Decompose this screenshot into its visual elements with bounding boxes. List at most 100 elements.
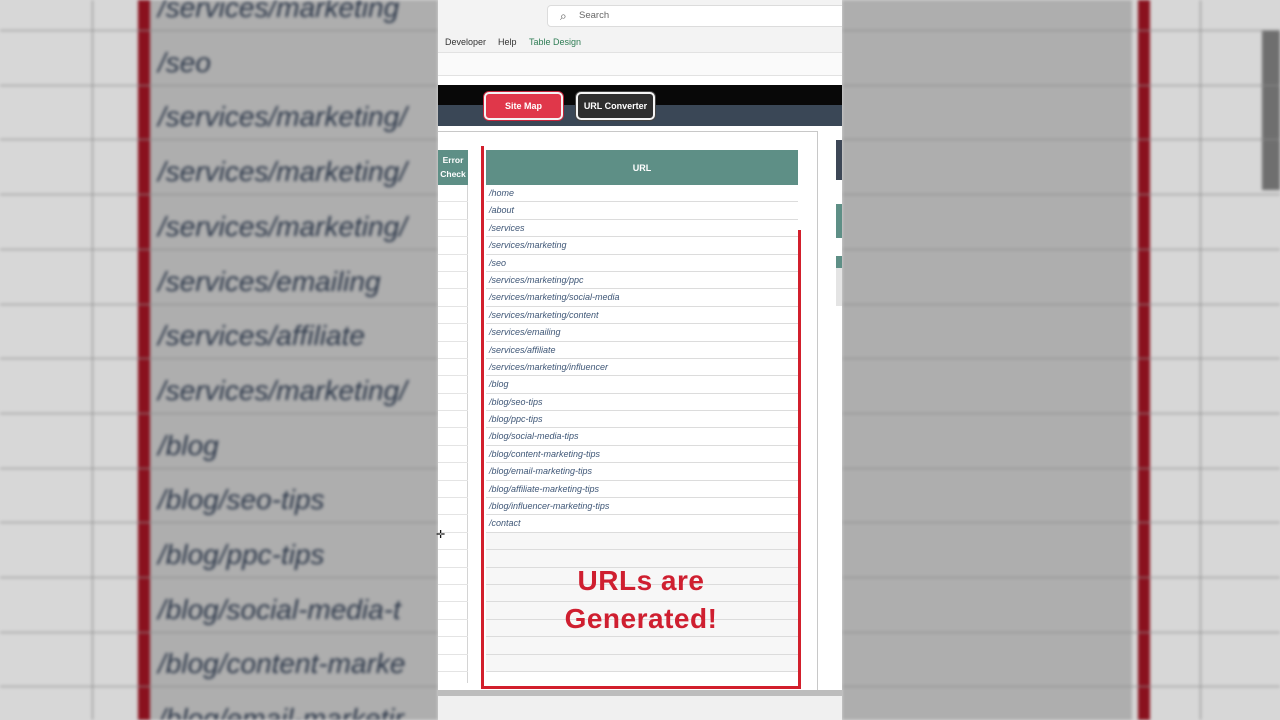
bg-url-text: /blog/content-marke	[158, 648, 406, 680]
error-check-cell[interactable]	[438, 637, 468, 655]
tab-developer[interactable]: Developer	[445, 37, 486, 47]
url-cell[interactable]: /blog/content-marketing-tips	[486, 445, 798, 464]
error-check-cell[interactable]	[438, 342, 468, 359]
url-cell[interactable]: /services/marketing/content	[486, 306, 798, 325]
url-cell[interactable]: /blog/social-media-tips	[486, 428, 798, 446]
error-check-cell[interactable]	[438, 185, 468, 203]
url-cell[interactable]: /services/emailing	[486, 324, 798, 342]
bg-url-text: /services/marketing	[158, 0, 400, 23]
url-cell[interactable]: /blog/email-marketing-tips	[486, 463, 798, 481]
url-cell[interactable]: /services/marketing/ppc	[486, 271, 798, 290]
bg-grid-row-line	[842, 358, 1280, 360]
cursor-icon: ✛	[436, 529, 446, 541]
error-check-cell[interactable]	[438, 585, 468, 603]
search-placeholder: Search	[579, 10, 610, 21]
error-check-cell[interactable]	[438, 620, 468, 638]
url-cell-empty[interactable]	[486, 654, 798, 672]
formula-bar[interactable]	[438, 52, 842, 76]
ribbon-tabs: Developer Help Table Design	[438, 32, 842, 52]
url-cell[interactable]: /blog/affiliate-marketing-tips	[486, 480, 798, 499]
bg-grid-row-line	[842, 194, 1280, 196]
bg-grid-row-line	[842, 467, 1280, 469]
bg-grid-row-line	[0, 248, 438, 250]
url-cell[interactable]: /services/marketing	[486, 237, 798, 255]
overlay-line2: Generated!	[564, 603, 718, 634]
bg-url-text: /blog/seo-tips	[158, 484, 325, 516]
error-check-cell[interactable]	[438, 498, 468, 516]
error-check-cell[interactable]	[438, 220, 468, 238]
error-check-cell[interactable]	[438, 237, 468, 255]
bg-grid-row-line	[0, 686, 438, 688]
error-check-cell[interactable]	[438, 463, 468, 481]
error-check-cell[interactable]	[438, 307, 468, 325]
error-check-cell[interactable]	[438, 602, 468, 620]
bg-grid-row-line	[842, 248, 1280, 250]
bg-grid-row-line	[842, 631, 1280, 633]
url-cell[interactable]: /services/affiliate	[486, 341, 798, 359]
search-box[interactable]: ⌕ Search	[547, 5, 842, 27]
error-check-cell[interactable]	[438, 481, 468, 499]
error-check-cell[interactable]	[438, 376, 468, 394]
url-cell[interactable]: /blog	[486, 376, 798, 394]
overlay-caption: URLs are Generated!	[484, 562, 798, 638]
error-check-cell[interactable]	[438, 359, 468, 377]
error-check-cell[interactable]	[438, 428, 468, 446]
error-check-cell[interactable]	[438, 255, 468, 272]
bg-grid-row-line	[0, 467, 438, 469]
site-map-button[interactable]: Site Map	[484, 92, 563, 120]
url-cell[interactable]: /blog/seo-tips	[486, 393, 798, 412]
error-check-cell[interactable]	[438, 394, 468, 412]
bg-grid-row-line	[842, 577, 1280, 578]
bg-grid-row-line	[0, 577, 438, 578]
bg-url-text: /services/marketing/	[158, 210, 407, 242]
error-check-cell[interactable]	[438, 272, 468, 290]
error-check-cell[interactable]	[438, 655, 468, 672]
error-header-line1: Error	[442, 155, 464, 165]
bg-cell-column	[842, 0, 1132, 720]
bg-url-text: /services/marketing/	[158, 101, 407, 133]
bg-grid-row-line	[842, 139, 1280, 141]
overlay-line1: URLs are	[577, 565, 705, 596]
bg-url-text: /blog/ppc-tips	[158, 539, 325, 570]
bg-grid-line	[92, 0, 93, 720]
url-cell[interactable]: /seo	[486, 254, 798, 272]
url-cell[interactable]: /blog/ppc-tips	[486, 411, 798, 429]
bg-grid-row-line	[0, 412, 438, 414]
error-check-cell[interactable]	[438, 289, 468, 307]
url-cell[interactable]: /services/marketing/influencer	[486, 358, 798, 377]
bg-url-text: /services/emailing	[158, 265, 381, 297]
error-check-cells	[438, 185, 468, 672]
error-check-cell[interactable]	[438, 202, 468, 220]
background-right-panel	[842, 0, 1280, 720]
url-cell[interactable]: /blog/influencer-marketing-tips	[486, 498, 798, 516]
error-check-cell[interactable]	[438, 550, 468, 568]
tab-table-design[interactable]: Table Design	[529, 37, 581, 47]
bg-grid-row-line	[842, 686, 1280, 688]
url-cell[interactable]: /services/marketing/social-media	[486, 289, 798, 307]
bg-grid-row-line	[0, 522, 438, 524]
bg-url-text: /services/marketing/	[158, 156, 407, 188]
bg-grid-row-line	[842, 30, 1280, 31]
url-cell[interactable]: /services	[486, 219, 798, 238]
error-check-header: Error Check	[438, 150, 468, 185]
next-sheet-header	[836, 204, 842, 238]
bg-url-text: /blog/email-marketir	[158, 703, 404, 720]
error-check-cell[interactable]	[438, 446, 468, 464]
url-cell[interactable]: /home	[486, 185, 798, 203]
bg-url-text: /blog/social-media-t	[158, 593, 401, 625]
error-check-cell[interactable]	[438, 324, 468, 342]
url-cell-empty[interactable]	[486, 532, 798, 551]
next-sheet-cell	[836, 256, 842, 306]
error-check-cell[interactable]	[438, 411, 468, 429]
url-converter-button[interactable]: URL Converter	[576, 92, 655, 120]
url-cell[interactable]: /contact	[486, 515, 798, 533]
bg-grid-row-line	[0, 139, 438, 141]
error-header-line2: Check	[440, 169, 466, 179]
url-cell-empty[interactable]	[486, 637, 798, 655]
url-cell[interactable]: /about	[486, 202, 798, 220]
tab-help[interactable]: Help	[498, 37, 517, 47]
error-check-cell[interactable]	[438, 568, 468, 585]
search-icon: ⌕	[560, 9, 567, 23]
background-left-panel: /services/marketing/seo/services/marketi…	[0, 0, 438, 720]
bg-grid-row-line	[0, 358, 438, 360]
